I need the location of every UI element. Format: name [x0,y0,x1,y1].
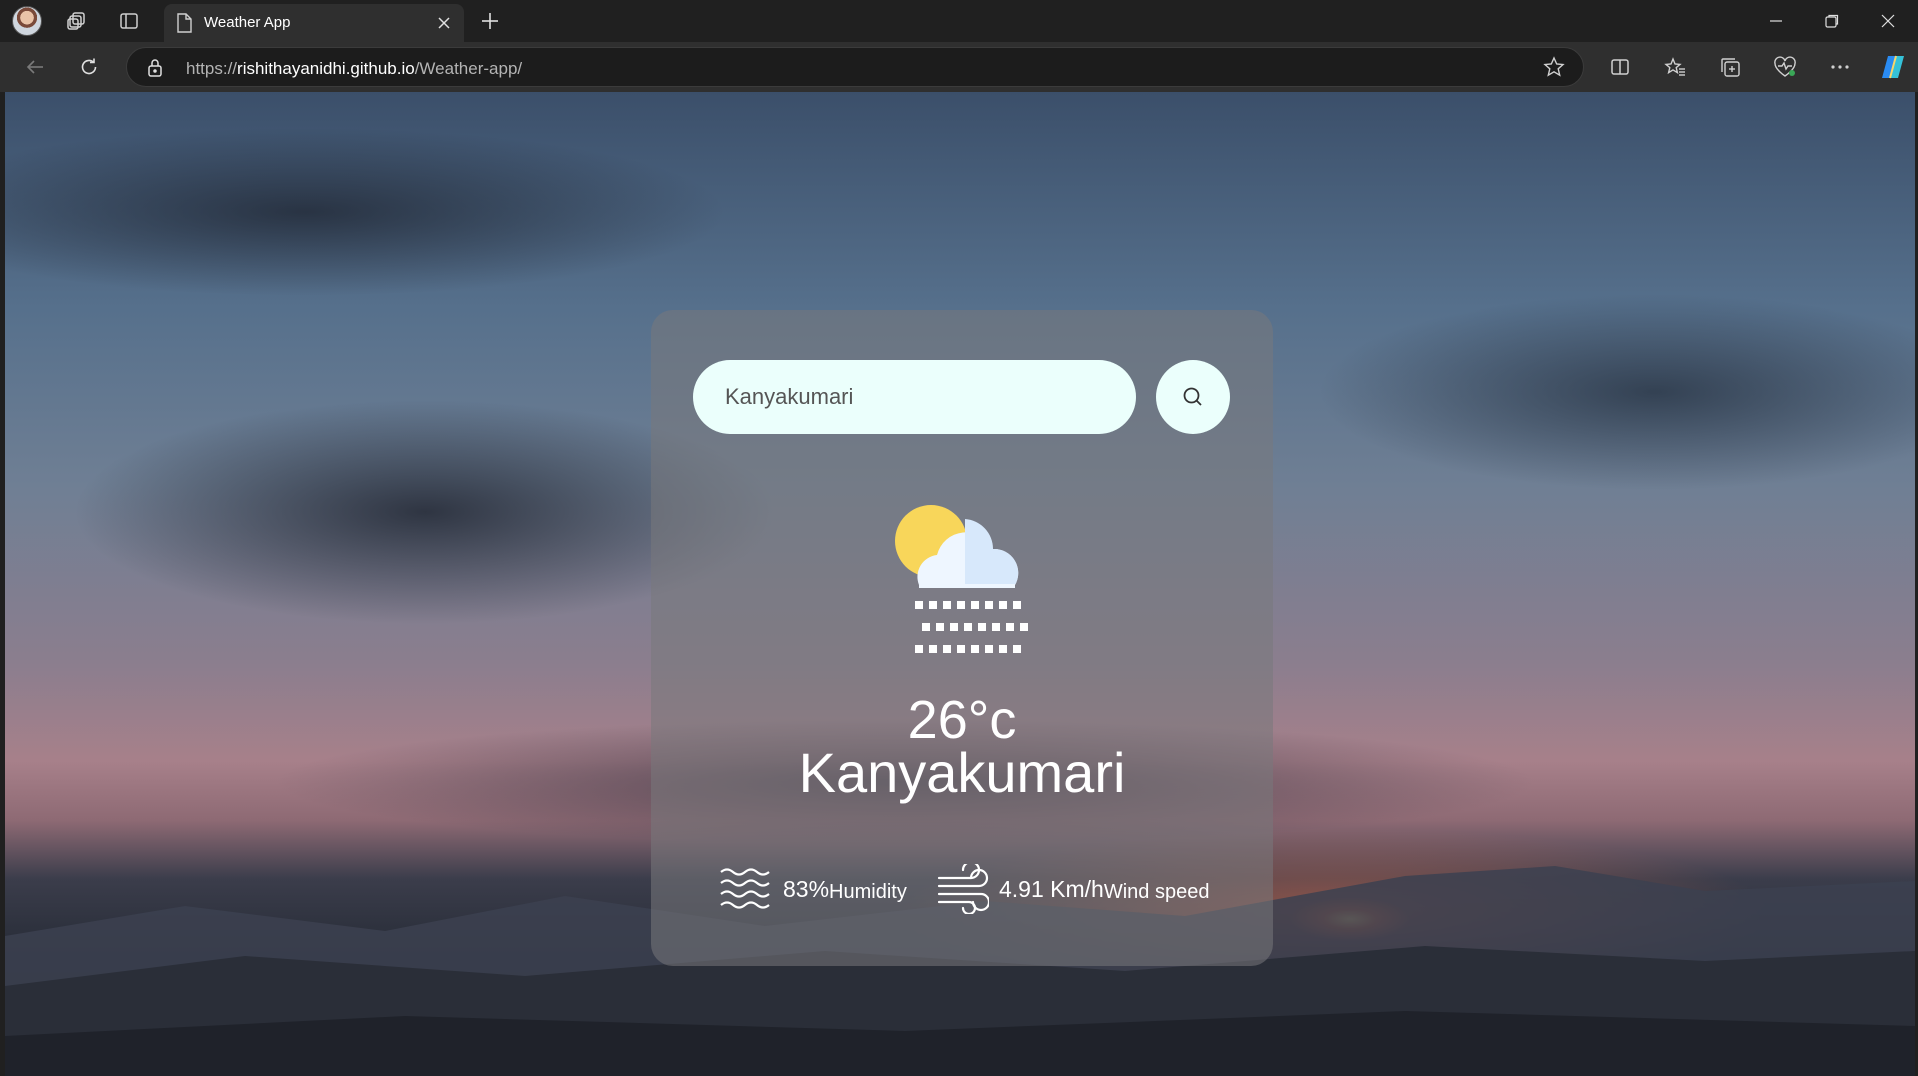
tab-weather-app[interactable]: Weather App [164,4,464,42]
humidity-label: Humidity [829,880,907,903]
copilot-icon[interactable] [1876,51,1910,83]
humidity-value: 83% [783,875,830,902]
wind-value: 4.91 Km/h [999,875,1104,902]
favorites-icon[interactable] [1658,51,1692,83]
address-bar[interactable]: https://rishithayanidhi.github.io/Weathe… [126,47,1584,87]
close-window-button[interactable] [1860,0,1916,42]
back-button[interactable] [18,51,52,83]
url-text[interactable]: https://rishithayanidhi.github.io/Weathe… [186,59,522,79]
search-button[interactable] [1156,360,1230,434]
vertical-tabs-icon[interactable] [114,7,144,35]
restore-button[interactable] [1804,0,1860,42]
refresh-button[interactable] [72,51,106,83]
humidity-waves-icon [720,868,770,909]
profile-avatar[interactable] [12,6,42,36]
page-icon [176,13,192,38]
weather-card: 26°c Kanyakumari 83% Humidity 4.91 Km/h … [651,310,1273,966]
url-host: rishithayanidhi.github.io [237,59,415,78]
page-viewport: 26°c Kanyakumari 83% Humidity 4.91 Km/h … [5,92,1915,1076]
humidity-detail: 83% Humidity [719,863,907,915]
new-tab-button[interactable] [476,7,504,35]
city-search-input[interactable] [693,360,1136,434]
collections-icon[interactable] [1713,51,1747,83]
favorite-star-icon[interactable] [1543,56,1565,83]
search-icon [1183,387,1202,406]
browser-toolbar: https://rishithayanidhi.github.io/Weathe… [0,42,1918,92]
wind-detail: 4.91 Km/h Wind speed [937,863,1209,915]
partly-cloudy-snow-icon [895,505,1028,653]
minimize-button[interactable] [1748,0,1804,42]
more-menu-icon[interactable] [1823,51,1857,83]
city-name: Kanyakumari [798,741,1126,804]
lock-icon[interactable] [147,58,163,83]
browser-essentials-icon[interactable] [1768,51,1802,83]
browser-tab-bar: Weather App [0,0,1918,42]
url-path: /Weather-app/ [414,59,523,78]
split-screen-icon[interactable] [1603,51,1637,83]
url-scheme: https:// [186,59,238,78]
close-tab-icon[interactable] [434,13,454,33]
workspaces-icon[interactable] [62,7,92,35]
wind-label: Wind speed [1103,880,1210,903]
tab-title: Weather App [204,14,291,31]
wind-icon [937,864,989,914]
